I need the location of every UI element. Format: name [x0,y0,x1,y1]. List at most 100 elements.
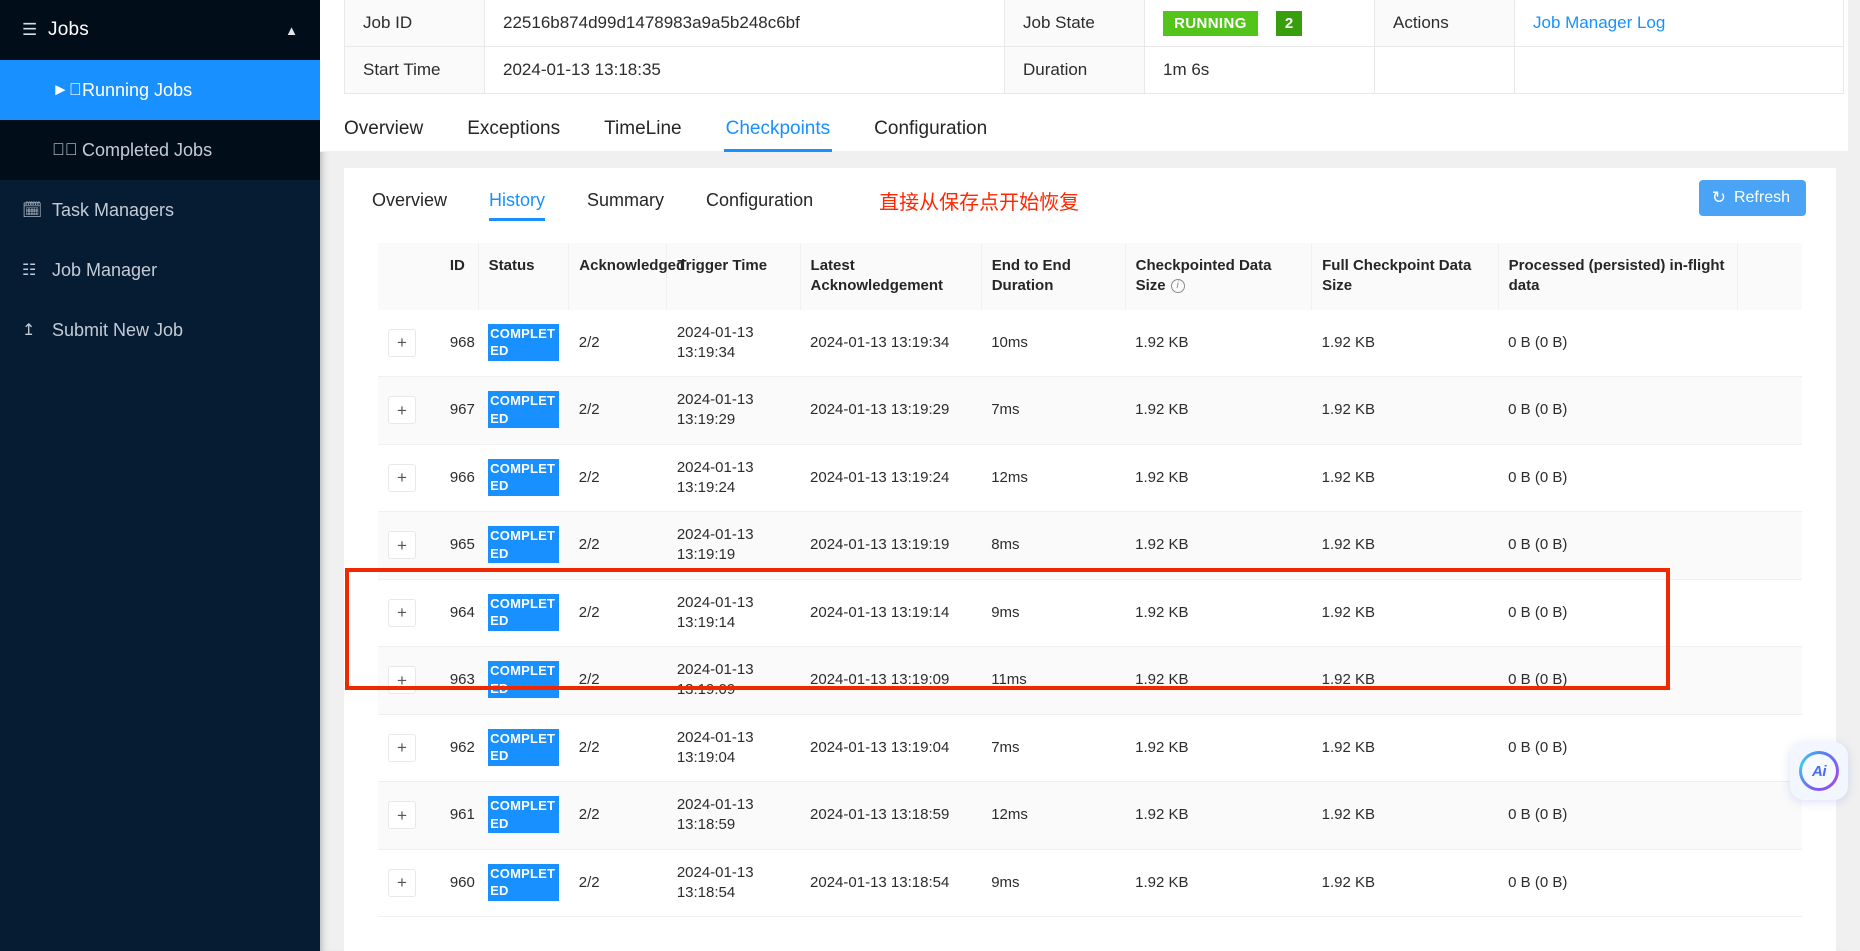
cell-latest-acknowledgement: 2024-01-13 13:19:09 [800,646,982,715]
sidebar-group-jobs[interactable]: ☰ Jobs ▲ [0,0,320,60]
refresh-button[interactable]: ↻ Refresh [1698,180,1806,216]
tab-overview[interactable]: Overview [344,119,423,151]
cell-acknowledged: 2/2 [568,376,667,445]
expand-icon[interactable]: + [388,328,416,357]
refresh-icon: ↻ [1711,188,1726,207]
cell-checkpointed-data-size: 1.92 KB [1125,646,1312,715]
cell-end-to-end-duration: 7ms [981,714,1126,782]
column-header-acknowledged[interactable]: Acknowledged [568,243,685,310]
column-header-tail [1737,243,1802,310]
subtab-history[interactable]: History [489,190,546,221]
column-header-trigger-time[interactable]: Trigger Time [666,243,801,310]
job-state-label: Job State [1004,0,1145,47]
expand-icon[interactable]: + [388,396,416,425]
sidebar-item-running-jobs[interactable]: ►⃝ Running Jobs [0,60,320,120]
table-row[interactable]: +967 COMPLETED 2/2 2024-01-13 13:19:29 2024-… [378,376,1802,445]
cell-full-checkpoint-data-size: 1.92 KB [1311,309,1499,377]
flink-dashboard: ☰ Jobs ▲ ►⃝ Running Jobs ✓⃝ Completed Jo… [0,0,1860,951]
sidebar-item-job-manager[interactable]: ☷ Job Manager [0,240,320,300]
table-header-row: ID Status Acknowledged Trigger Time Late… [378,243,1802,310]
sidebar-group-label: Jobs [48,19,89,40]
cell-trigger-time: 2024-01-13 13:19:34 [666,309,801,377]
subtab-configuration[interactable]: Configuration [706,190,813,221]
cell-latest-acknowledgement: 2024-01-13 13:19:34 [800,309,982,377]
table-row[interactable]: +962 COMPLETED 2/2 2024-01-13 13:19:04 2024-… [378,714,1802,782]
subtab-overview[interactable]: Overview [372,190,447,221]
cell-end-to-end-duration: 9ms [981,579,1126,647]
expand-icon[interactable]: + [388,463,416,492]
task-manager-icon: 🗓 [22,202,43,219]
job-id-value: 22516b874d99d1478983a9a5b248c6bf [484,0,1005,47]
checkpoint-subtabs: Overview History Summary Configuration 直… [344,168,1836,225]
table-row[interactable]: +968 COMPLETED 2/2 2024-01-13 13:19:34 2024-… [378,309,1802,377]
column-header-full-checkpoint-data-size[interactable]: Full Checkpoint Data Size [1311,243,1499,310]
row-expand-button: + [378,781,440,850]
expand-icon[interactable]: + [388,598,416,627]
cell-end-to-end-duration: 9ms [981,849,1126,917]
cell-trigger-time: 2024-01-13 13:19:04 [666,714,801,782]
cell-checkpointed-data-size: 1.92 KB [1125,579,1312,647]
ai-assistant-button[interactable]: Ai [1790,742,1848,800]
column-header-processed-in-flight[interactable]: Processed (persisted) in-flight data [1498,243,1739,310]
ai-gradient-ring: Ai [1799,751,1839,791]
row-expand-button: + [378,579,440,647]
cell-end-to-end-duration: 7ms [981,376,1126,445]
expand-icon[interactable]: + [388,868,416,897]
job-manager-log-link[interactable]: Job Manager Log [1533,13,1665,32]
cell-status: COMPLETED [478,849,569,917]
column-header-latest-acknowledgement[interactable]: Latest Acknowledgement [800,243,982,310]
row-expand-button: + [378,309,440,377]
cell-id: 965 [439,511,479,580]
cell-id: 963 [439,646,479,715]
empty-cell-1 [1374,46,1515,94]
expand-icon[interactable]: + [388,666,416,695]
column-header-end-to-end-duration[interactable]: End to End Duration [981,243,1126,310]
expand-icon[interactable]: + [388,801,416,830]
duration-label: Duration [1004,46,1145,94]
column-header-id[interactable]: ID [439,243,479,310]
column-header-checkpointed-data-size[interactable]: Checkpointed Data Size i [1125,243,1313,310]
tab-exceptions[interactable]: Exceptions [467,119,560,151]
cell-tail [1737,849,1802,917]
table-row[interactable]: +960 COMPLETED 2/2 2024-01-13 13:18:54 2024-… [378,849,1802,917]
page-scrollbar[interactable] [1848,0,1860,951]
cell-trigger-time: 2024-01-13 13:18:59 [666,781,801,850]
table-row[interactable]: +965 COMPLETED 2/2 2024-01-13 13:19:19 2024-… [378,511,1802,580]
empty-cell-2 [1514,46,1844,94]
cell-trigger-time: 2024-01-13 13:19:29 [666,376,801,445]
tab-checkpoints[interactable]: Checkpoints [723,119,832,152]
cell-tail [1737,376,1802,445]
expand-icon[interactable]: + [388,733,416,762]
cell-status: COMPLETED [478,376,569,445]
expand-icon[interactable]: + [388,531,416,560]
sidebar-item-label: Submit New Job [52,319,184,340]
cell-tail [1737,579,1802,647]
check-circle-icon: ✓⃝ [52,140,78,159]
tab-timeline[interactable]: TimeLine [604,119,681,151]
main-content: Job ID 22516b874d99d1478983a9a5b248c6bf … [320,0,1860,951]
sidebar-item-completed-jobs[interactable]: ✓⃝ Completed Jobs [0,120,320,180]
job-info-table: Job ID 22516b874d99d1478983a9a5b248c6bf … [344,0,1844,94]
tab-configuration[interactable]: Configuration [874,119,987,151]
table-row[interactable]: +963 COMPLETED 2/2 2024-01-13 13:19:09 2024-… [378,646,1802,715]
status-badge: COMPLETED [488,863,559,901]
cell-checkpointed-data-size: 1.92 KB [1125,309,1312,377]
sidebar-item-task-managers[interactable]: 🗓 Task Managers [0,180,320,240]
table-row[interactable]: +964 COMPLETED 2/2 2024-01-13 13:19:14 2024-… [378,579,1802,647]
cell-full-checkpoint-data-size: 1.92 KB [1311,781,1499,850]
cell-status: COMPLETED [478,309,569,377]
cell-checkpointed-data-size: 1.92 KB [1125,376,1312,445]
row-expand-button: + [378,444,440,512]
table-row[interactable]: +966 COMPLETED 2/2 2024-01-13 13:19:24 2024-… [378,444,1802,512]
table-row[interactable]: +961 COMPLETED 2/2 2024-01-13 13:18:59 2024-… [378,781,1802,850]
sidebar: ☰ Jobs ▲ ►⃝ Running Jobs ✓⃝ Completed Jo… [0,0,320,951]
chevron-up-icon[interactable]: ▲ [285,23,298,38]
job-tabs: Overview Exceptions TimeLine Checkpoints… [320,94,1860,152]
cell-end-to-end-duration: 12ms [981,781,1126,850]
subtab-summary[interactable]: Summary [587,190,664,221]
sidebar-subgroup: ►⃝ Running Jobs ✓⃝ Completed Jobs [0,60,320,180]
sidebar-item-submit-new-job[interactable]: ↥ Submit New Job [0,300,320,360]
column-header-status[interactable]: Status [478,243,570,310]
cell-acknowledged: 2/2 [568,444,667,512]
info-icon[interactable]: i [1170,279,1185,294]
